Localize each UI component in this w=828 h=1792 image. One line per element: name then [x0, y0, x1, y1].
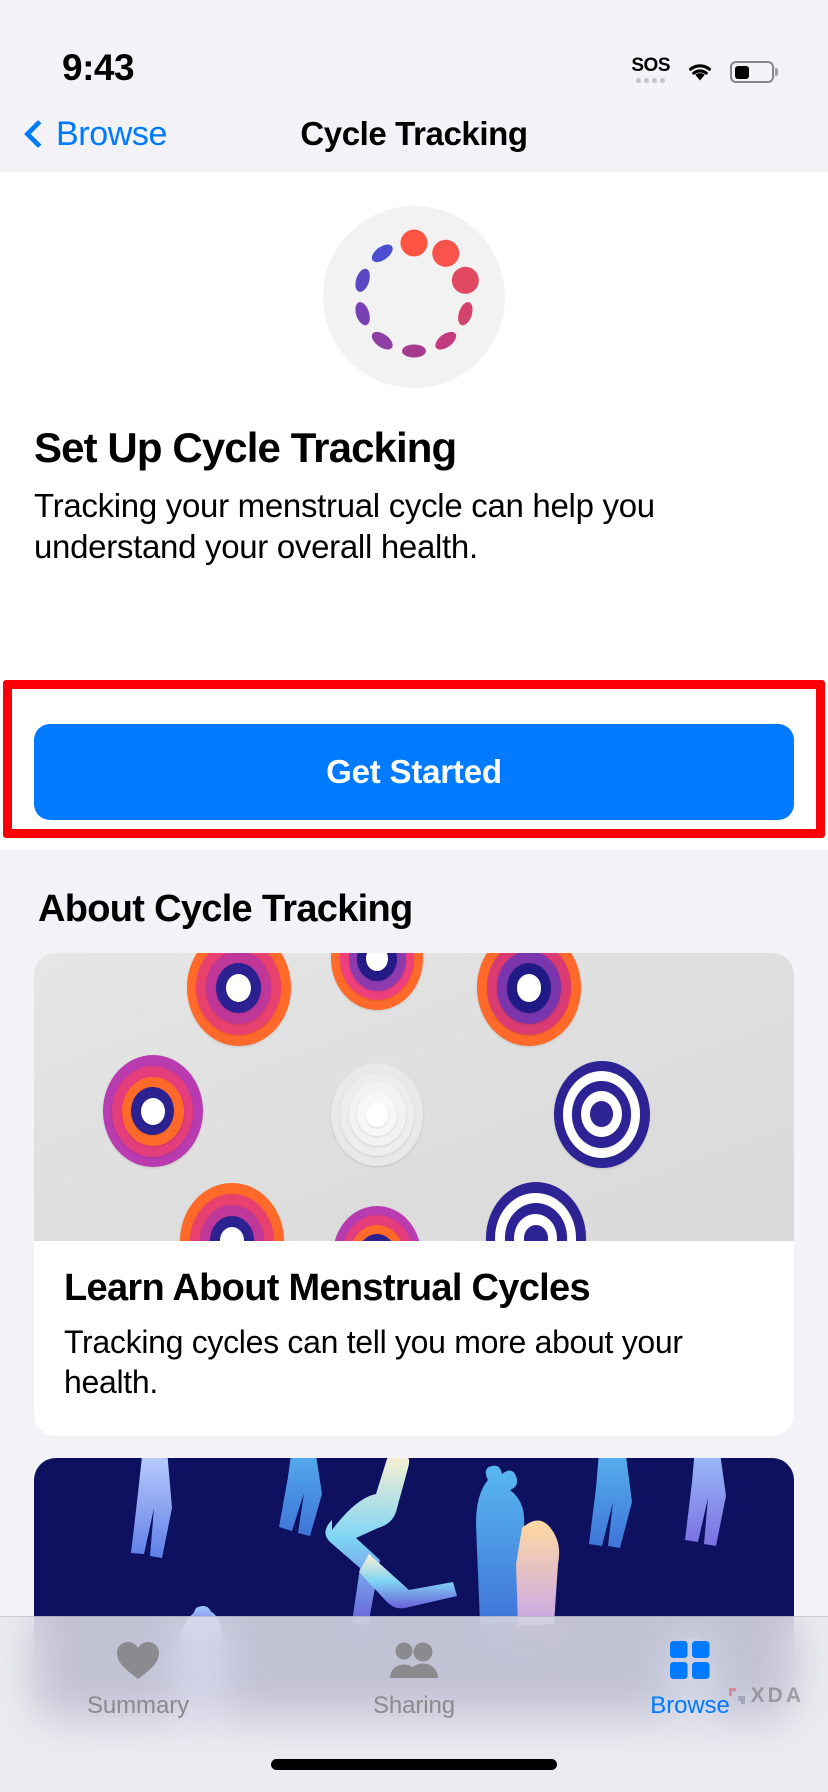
tab-summary-label: Summary — [87, 1692, 189, 1719]
concentric-cycle-rings-art — [34, 953, 794, 1241]
sos-label: SOS — [631, 55, 670, 76]
battery-icon — [730, 61, 774, 83]
wifi-icon — [684, 59, 716, 83]
about-card-subtitle: Tracking cycles can tell you more about … — [64, 1324, 683, 1400]
about-section-title: About Cycle Tracking — [38, 888, 413, 930]
status-indicators: SOS — [631, 56, 774, 86]
people-icon — [387, 1637, 441, 1683]
home-indicator[interactable] — [271, 1759, 557, 1770]
heart-icon — [115, 1637, 161, 1683]
signal-dots-icon — [636, 78, 666, 83]
navigation-bar: Browse Cycle Tracking — [0, 96, 828, 172]
tab-browse-label: Browse — [650, 1692, 730, 1719]
about-card-body: Learn About Menstrual Cycles Tracking cy… — [34, 1241, 794, 1436]
cta-container: Get Started — [0, 696, 828, 850]
hero-title: Set Up Cycle Tracking — [34, 424, 457, 471]
back-button-label: Browse — [56, 114, 167, 153]
back-button[interactable]: Browse — [22, 115, 167, 154]
scroll-content[interactable]: Set Up Cycle Tracking Tracking your mens… — [0, 172, 828, 1792]
hero-icon-container — [0, 206, 828, 388]
sos-indicator: SOS — [631, 56, 670, 83]
xda-watermark: XDA — [726, 1684, 804, 1708]
hero-description: Tracking your menstrual cycle can help y… — [34, 487, 655, 565]
status-bar: 9:43 SOS — [0, 0, 828, 96]
about-card-learn[interactable]: Learn About Menstrual Cycles Tracking cy… — [34, 953, 794, 1436]
status-time: 9:43 — [62, 47, 135, 88]
about-card-title: Learn About Menstrual Cycles — [64, 1267, 591, 1309]
get-started-button[interactable]: Get Started — [34, 724, 794, 820]
tab-sharing-label: Sharing — [372, 1692, 456, 1719]
chevron-left-icon — [23, 119, 53, 149]
setup-hero-section: Set Up Cycle Tracking Tracking your mens… — [0, 172, 828, 696]
grid-icon — [667, 1637, 713, 1683]
xda-watermark-text: XDA — [750, 1684, 804, 1707]
cycle-tracking-icon — [323, 206, 505, 388]
tab-summary[interactable]: Summary — [0, 1617, 276, 1792]
